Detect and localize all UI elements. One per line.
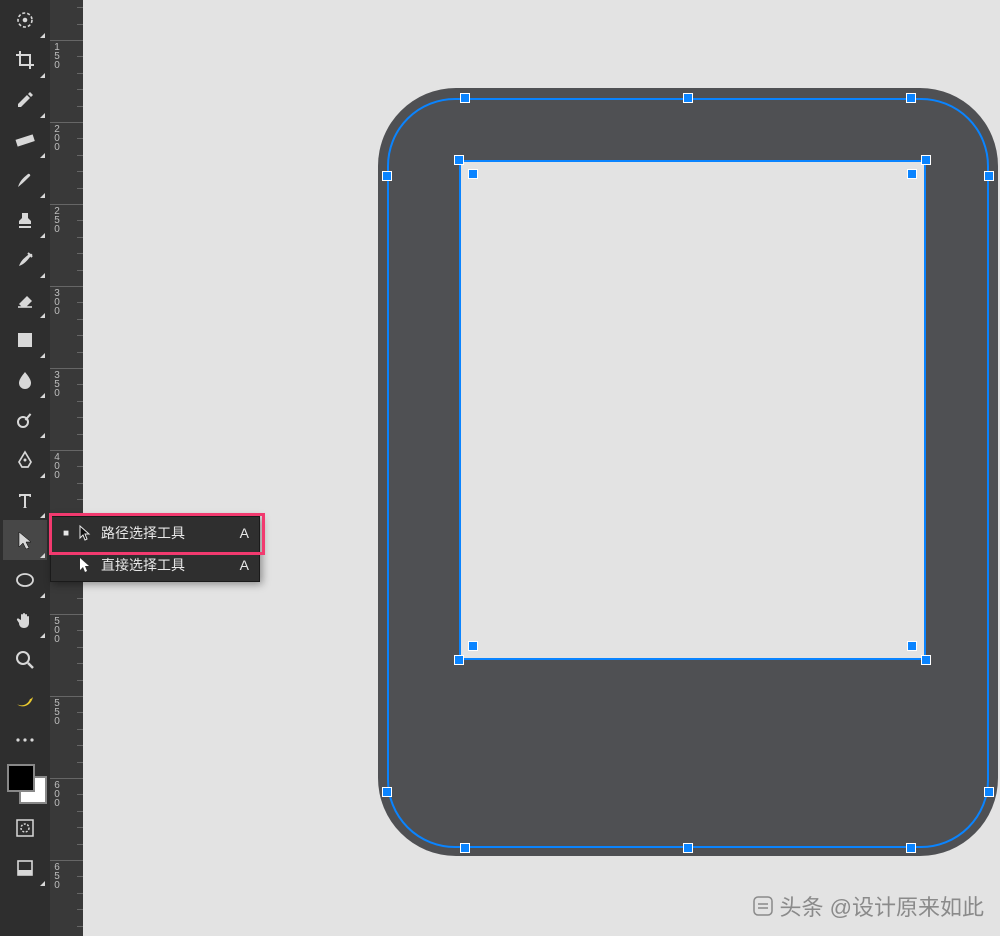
dodge-tool[interactable] [3, 400, 47, 440]
vertical-ruler[interactable]: 1 0 01 5 02 0 02 5 03 0 03 5 04 0 04 5 0… [50, 0, 84, 936]
type-tool[interactable] [3, 480, 47, 520]
flyout-item-direct-selection[interactable]: 直接选择工具 A [51, 549, 259, 581]
ruler-tick-label: 1 5 0 [53, 43, 61, 70]
inner-path-outline[interactable] [459, 160, 926, 660]
ellipse-shape-tool[interactable] [3, 560, 47, 600]
ruler-tick-label: 5 5 0 [53, 699, 61, 726]
flyout-shortcut: A [240, 525, 249, 541]
flyout-label: 路径选择工具 [97, 523, 240, 543]
anchor-point[interactable] [382, 787, 392, 797]
flyout-item-path-selection[interactable]: ■ 路径选择工具 A [51, 517, 259, 549]
blur-tool[interactable] [3, 360, 47, 400]
zoom-tool[interactable] [3, 640, 47, 680]
brush-tool[interactable] [3, 160, 47, 200]
anchor-point[interactable] [906, 93, 916, 103]
gradient-tool[interactable] [3, 320, 47, 360]
anchor-point[interactable] [382, 171, 392, 181]
anchor-point[interactable] [468, 169, 478, 179]
anchor-point[interactable] [683, 843, 693, 853]
quickmask-button[interactable] [3, 808, 47, 848]
direct-selection-arrow-icon [73, 557, 97, 573]
ruler-tick-label: 5 0 0 [53, 617, 61, 644]
edit-toolbar[interactable] [3, 720, 47, 760]
tool-flyout-menu: ■ 路径选择工具 A 直接选择工具 A [50, 516, 260, 582]
anchor-point[interactable] [907, 169, 917, 179]
history-brush-tool[interactable] [3, 240, 47, 280]
flyout-shortcut: A [240, 557, 249, 573]
pen-tool[interactable] [3, 440, 47, 480]
anchor-point[interactable] [468, 641, 478, 651]
ruler-tick-label: 2 5 0 [53, 207, 61, 234]
anchor-point[interactable] [921, 655, 931, 665]
path-selection-arrow-icon [73, 525, 97, 541]
anchor-point[interactable] [683, 93, 693, 103]
toutiao-icon [752, 895, 774, 917]
watermark: 头条 @设计原来如此 [752, 890, 984, 922]
flyout-label: 直接选择工具 [97, 555, 240, 575]
canvas[interactable] [83, 0, 1000, 936]
ruler-tick-label: 6 5 0 [53, 863, 61, 890]
anchor-point[interactable] [907, 641, 917, 651]
crop-tool[interactable] [3, 40, 47, 80]
foreground-color-swatch[interactable] [7, 764, 35, 792]
watermark-text: 头条 @设计原来如此 [780, 890, 984, 922]
ruler-tick-label: 6 0 0 [53, 781, 61, 808]
tools-panel [0, 0, 50, 936]
path-selection-tool[interactable] [3, 520, 47, 560]
anchor-point[interactable] [460, 93, 470, 103]
anchor-point[interactable] [906, 843, 916, 853]
anchor-point[interactable] [984, 787, 994, 797]
ruler-tool[interactable] [3, 120, 47, 160]
ruler-tick-label: 2 0 0 [53, 125, 61, 152]
stamp-tool[interactable] [3, 200, 47, 240]
banana-tool[interactable] [3, 680, 47, 720]
anchor-point[interactable] [454, 655, 464, 665]
screenmode-button[interactable] [3, 848, 47, 888]
app-root: 1 0 01 5 02 0 02 5 03 0 03 5 04 0 04 5 0… [0, 0, 1000, 936]
ruler-tick-label: 4 0 0 [53, 453, 61, 480]
current-marker-icon: ■ [59, 528, 73, 539]
anchor-point[interactable] [454, 155, 464, 165]
anchor-point[interactable] [921, 155, 931, 165]
ruler-tick-label: 3 5 0 [53, 371, 61, 398]
hand-tool[interactable] [3, 600, 47, 640]
heal-tool[interactable] [3, 0, 47, 40]
color-swatches[interactable] [5, 762, 45, 802]
ruler-tick-label: 3 0 0 [53, 289, 61, 316]
eraser-tool[interactable] [3, 280, 47, 320]
eyedropper-tool[interactable] [3, 80, 47, 120]
anchor-point[interactable] [460, 843, 470, 853]
anchor-point[interactable] [984, 171, 994, 181]
